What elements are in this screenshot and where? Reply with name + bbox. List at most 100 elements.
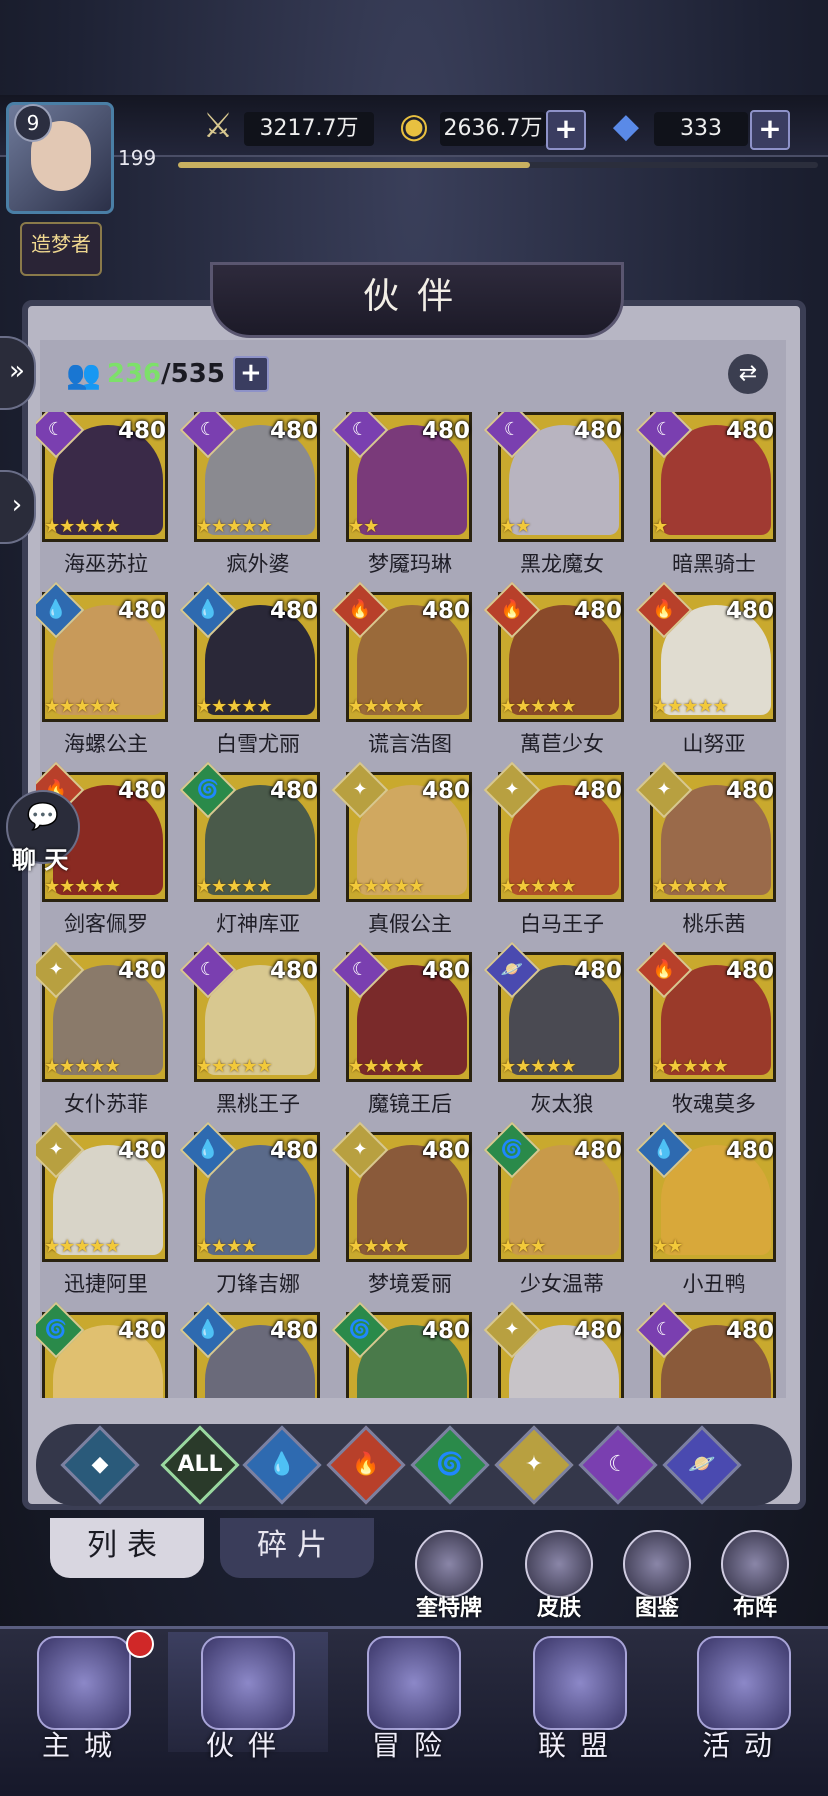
nav-partners[interactable]: 伙伴 — [168, 1632, 328, 1762]
hero-level: 480 — [573, 418, 622, 444]
hero-card[interactable]: ✦ 480 ★★★★★ 女仆苏菲 — [36, 941, 170, 1120]
hero-name: 梦魇玛琳 — [368, 552, 452, 576]
hero-card[interactable]: ✦ 480 ★★★★★ 真假公主 — [331, 761, 474, 940]
hero-name: 剑客佩罗 — [64, 912, 148, 936]
hero-card[interactable]: ✦ 480 ★★★★★ 迅捷阿里 — [36, 1121, 170, 1300]
hero-level: 480 — [117, 958, 166, 984]
roster-total: /535 — [161, 359, 225, 389]
tarot-button[interactable]: 奎特牌 — [410, 1530, 488, 1622]
star-rating: ★★★★★ — [196, 516, 273, 537]
hero-card[interactable]: 💧 480 ★★★★★ 海螺公主 — [36, 581, 170, 760]
hero-name: 海螺公主 — [64, 732, 148, 756]
star-rating: ★★★★★ — [196, 876, 273, 897]
expand-roster-button[interactable]: + — [232, 356, 269, 392]
hero-card[interactable]: 💧 480 — [179, 1301, 322, 1398]
hero-card[interactable]: 🪐 480 ★★★★★ 灰太狼 — [483, 941, 626, 1120]
shield-icon — [533, 1636, 627, 1730]
hero-card[interactable]: ☾ 480 ★★★★★ 魔镜王后 — [331, 941, 474, 1120]
tab-list[interactable]: 列表 — [50, 1518, 204, 1578]
star-rating: ★★★★★ — [44, 1056, 121, 1077]
hero-name: 魔镜王后 — [368, 1092, 452, 1116]
hero-name: 谎言浩图 — [368, 732, 452, 756]
hero-card[interactable]: 💧 480 ★★★★ 刀锋吉娜 — [179, 1121, 322, 1300]
hero-card[interactable]: 🌀 480 — [36, 1301, 170, 1398]
codex-button[interactable]: 图鉴 — [618, 1530, 696, 1622]
hero-level: 480 — [269, 1138, 318, 1164]
power-icon: ⚔ — [202, 106, 234, 146]
hero-level: 480 — [573, 778, 622, 804]
hero-card[interactable]: 🌀 480 ★★★ 少女温蒂 — [483, 1121, 626, 1300]
hero-card[interactable]: ✦ 480 ★★★★★ 桃乐茜 — [635, 761, 778, 940]
hero-name: 少女温蒂 — [520, 1272, 604, 1296]
hero-card[interactable]: ☾ 480 ★★ 黑龙魔女 — [483, 412, 626, 580]
nav-alliance[interactable]: 联盟 — [500, 1632, 660, 1762]
player-title-badge[interactable]: 造梦者 — [20, 222, 102, 276]
hero-level: 480 — [117, 598, 166, 624]
hero-card[interactable]: ☾ 480 — [635, 1301, 778, 1398]
hero-card[interactable]: 🔥 480 ★★★★★ 谎言浩图 — [331, 581, 474, 760]
hero-level: 480 — [117, 1318, 166, 1344]
hero-name: 真假公主 — [368, 912, 452, 936]
hero-card[interactable]: 💧 480 ★★★★★ 白雪尤丽 — [179, 581, 322, 760]
hero-card[interactable]: ✦ 480 — [483, 1301, 626, 1398]
roster-count: 👥 236 /535 + — [66, 354, 269, 394]
hero-level: 480 — [725, 1318, 774, 1344]
hero-level: 480 — [573, 958, 622, 984]
power-value: 3217.7万 — [244, 112, 374, 146]
codex-icon — [623, 1530, 691, 1598]
star-rating: ★★★★★ — [348, 1056, 425, 1077]
hero-name: 小丑鸭 — [682, 1272, 746, 1296]
hero-level: 480 — [269, 778, 318, 804]
hero-level: 480 — [573, 1138, 622, 1164]
skin-icon — [525, 1530, 593, 1598]
hero-name: 黑龙魔女 — [520, 552, 604, 576]
hero-card[interactable]: 🌀 480 ★★★★★ 灯神库亚 — [179, 761, 322, 940]
notification-dot — [126, 1630, 154, 1658]
star-rating: ★★★★★ — [44, 1236, 121, 1257]
hero-card[interactable]: ☾ 480 ★★★★★ 海巫苏拉 — [36, 412, 170, 580]
hero-card[interactable]: ✦ 480 ★★★★ 梦境爱丽 — [331, 1121, 474, 1300]
diamond-value: 333 — [654, 112, 748, 146]
hero-card[interactable]: 🔥 480 ★★★★★ 萬苣少女 — [483, 581, 626, 760]
player-level: 9 — [14, 104, 52, 142]
hero-level: 480 — [421, 778, 470, 804]
hero-card[interactable]: 🌀 480 — [331, 1301, 474, 1398]
hero-name: 刀锋吉娜 — [216, 1272, 300, 1296]
hero-card[interactable]: ☾ 480 ★★ 梦魇玛琳 — [331, 412, 474, 580]
nav-events[interactable]: 活动 — [664, 1632, 824, 1762]
star-rating: ★★★★ — [196, 1236, 258, 1257]
exp-bar-fill — [178, 162, 530, 168]
chat-button[interactable]: 💬 聊 天 — [6, 790, 80, 874]
hero-name: 疯外婆 — [226, 552, 290, 576]
hero-name: 海巫苏拉 — [64, 552, 148, 576]
tab-fragments[interactable]: 碎片 — [220, 1518, 374, 1578]
hero-level: 480 — [725, 778, 774, 804]
hero-name: 山努亚 — [682, 732, 746, 756]
hero-card[interactable]: ☾ 480 ★★★★★ 疯外婆 — [179, 412, 322, 580]
skin-button[interactable]: 皮肤 — [520, 1530, 598, 1622]
hero-level: 480 — [725, 598, 774, 624]
hero-level: 480 — [421, 598, 470, 624]
hero-card[interactable]: 🔥 480 ★★★★★ 牧魂莫多 — [635, 941, 778, 1120]
hero-level: 480 — [269, 418, 318, 444]
roster-owned: 236 — [106, 359, 162, 389]
hero-card[interactable]: ☾ 480 ★ 暗黑骑士 — [635, 412, 778, 580]
add-diamond-button[interactable]: + — [750, 110, 790, 150]
hero-card[interactable]: 💧 480 ★★ 小丑鸭 — [635, 1121, 778, 1300]
star-rating: ★★★★ — [348, 1236, 410, 1257]
star-rating: ★★★★★ — [196, 1056, 273, 1077]
swap-sort-icon[interactable]: ⇄ — [728, 354, 768, 394]
page-title: 伙伴 — [210, 262, 624, 338]
hero-card[interactable]: ☾ 480 ★★★★★ 黑桃王子 — [179, 941, 322, 1120]
hero-name: 女仆苏菲 — [64, 1092, 148, 1116]
star-rating: ★★★ — [500, 1236, 546, 1257]
formation-button[interactable]: 布阵 — [716, 1530, 794, 1622]
hero-card[interactable]: ✦ 480 ★★★★★ 白马王子 — [483, 761, 626, 940]
add-gold-button[interactable]: + — [546, 110, 586, 150]
hero-name: 白马王子 — [520, 912, 604, 936]
chess-formation-icon — [721, 1530, 789, 1598]
nav-adventure[interactable]: 冒险 — [334, 1632, 494, 1762]
hero-card[interactable]: 🔥 480 ★★★★★ 山努亚 — [635, 581, 778, 760]
hero-level: 480 — [725, 958, 774, 984]
star-rating: ★ — [652, 516, 668, 537]
